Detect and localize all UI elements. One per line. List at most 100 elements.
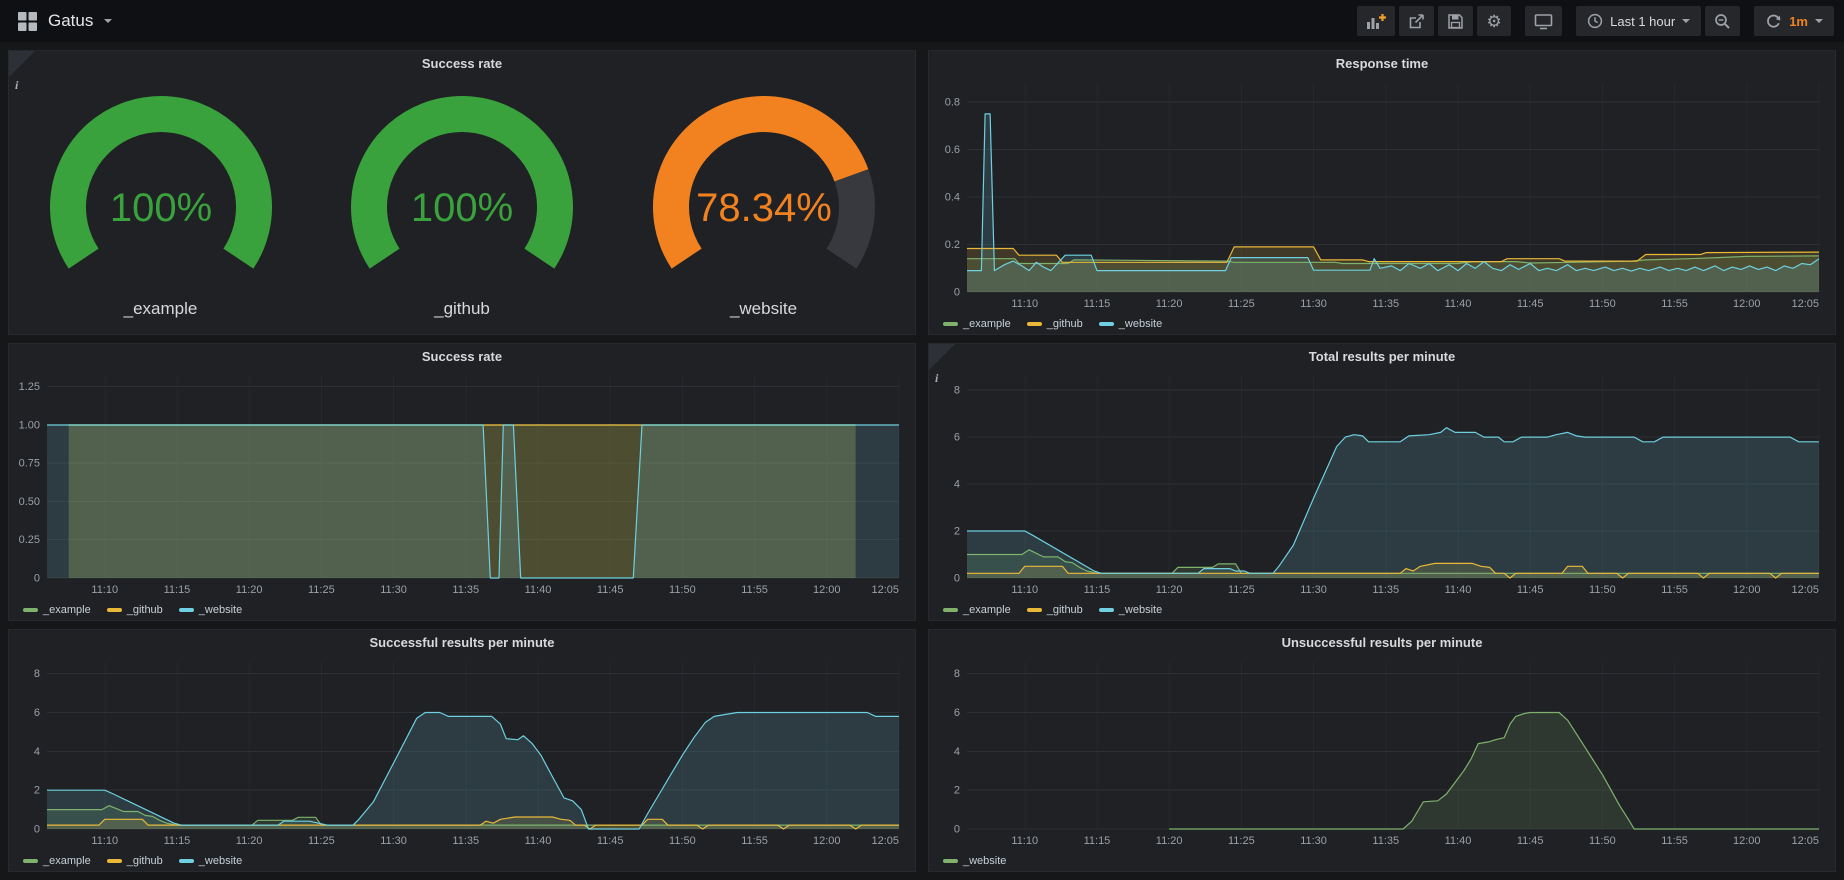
- legend-item[interactable]: _github: [107, 855, 163, 867]
- svg-text:11:45: 11:45: [1517, 298, 1544, 310]
- svg-text:6: 6: [34, 707, 40, 719]
- panel-title[interactable]: Success rate: [9, 51, 915, 75]
- legend-series-swatch: [1027, 322, 1042, 326]
- legend-series-swatch: [943, 859, 958, 863]
- gauge-value: 100%: [411, 186, 513, 230]
- svg-text:6: 6: [954, 707, 960, 719]
- legend-item[interactable]: _github: [1027, 318, 1083, 330]
- svg-text:0.75: 0.75: [19, 458, 40, 470]
- svg-text:11:45: 11:45: [1517, 584, 1544, 596]
- legend-series-label: _github: [127, 855, 163, 867]
- legend-item[interactable]: _website: [179, 604, 242, 616]
- panel-title[interactable]: Unsuccessful results per minute: [929, 630, 1835, 654]
- svg-text:11:35: 11:35: [452, 835, 479, 847]
- legend-series-swatch: [23, 859, 38, 863]
- time-range-picker[interactable]: Last 1 hour: [1576, 6, 1701, 36]
- svg-text:11:10: 11:10: [1011, 298, 1038, 310]
- legend-item[interactable]: _website: [1099, 318, 1162, 330]
- svg-text:0: 0: [954, 824, 960, 836]
- svg-text:11:50: 11:50: [1589, 835, 1616, 847]
- svg-text:8: 8: [954, 668, 960, 680]
- zoom-out-icon: [1714, 13, 1731, 30]
- panel-response-time: Response time 00.20.40.60.811:1011:1511:…: [928, 50, 1836, 335]
- dashboard-picker-caret-icon[interactable]: [104, 19, 112, 23]
- svg-text:11:55: 11:55: [741, 835, 768, 847]
- legend-item[interactable]: _website: [943, 855, 1006, 867]
- legend-series-swatch: [943, 608, 958, 612]
- chart-successful-results[interactable]: 0246811:1011:1511:2011:2511:3011:3511:40…: [9, 654, 915, 851]
- legend-series-swatch: [107, 859, 122, 863]
- gauge-value: 78.34%: [696, 186, 832, 230]
- svg-text:0: 0: [954, 287, 960, 299]
- legend-item[interactable]: _website: [179, 855, 242, 867]
- legend-series-swatch: [1099, 322, 1114, 326]
- svg-text:11:35: 11:35: [1372, 298, 1399, 310]
- legend-series-label: _example: [43, 855, 91, 867]
- chart-total-results[interactable]: 0246811:1011:1511:2011:2511:3011:3511:40…: [929, 368, 1835, 600]
- refresh-picker[interactable]: 1m: [1754, 6, 1834, 36]
- info-icon: i: [935, 371, 938, 386]
- legend-series-label: _github: [1047, 318, 1083, 330]
- gauge-label: _website: [730, 299, 797, 319]
- panel-info-corner[interactable]: i: [9, 51, 35, 77]
- svg-text:11:15: 11:15: [164, 835, 191, 847]
- svg-text:11:45: 11:45: [1517, 835, 1544, 847]
- svg-text:11:15: 11:15: [1084, 835, 1111, 847]
- chart-unsuccessful-results[interactable]: 0246811:1011:1511:2011:2511:3011:3511:40…: [929, 654, 1835, 851]
- panel-info-corner[interactable]: i: [929, 344, 955, 370]
- save-icon: [1447, 13, 1464, 30]
- panel-success-rate-gauges: i Success rate 100% _example 100% _github 78…: [8, 50, 916, 335]
- svg-text:11:30: 11:30: [1300, 584, 1327, 596]
- svg-text:11:40: 11:40: [1445, 835, 1472, 847]
- svg-text:8: 8: [34, 668, 40, 680]
- legend-item[interactable]: _website: [1099, 604, 1162, 616]
- legend-series-swatch: [943, 322, 958, 326]
- panel-title[interactable]: Response time: [929, 51, 1835, 75]
- add-panel-button[interactable]: [1357, 6, 1395, 36]
- svg-text:4: 4: [34, 746, 40, 758]
- svg-text:11:30: 11:30: [380, 835, 407, 847]
- panel-title[interactable]: Successful results per minute: [9, 630, 915, 654]
- navbar: Gatus: [0, 0, 1844, 42]
- svg-text:11:15: 11:15: [1084, 298, 1111, 310]
- panel-title[interactable]: Total results per minute: [929, 344, 1835, 368]
- gauge-label: _github: [434, 299, 490, 319]
- legend-item[interactable]: _example: [23, 604, 91, 616]
- settings-button[interactable]: ⚙: [1477, 6, 1511, 36]
- panel-title[interactable]: Success rate: [9, 344, 915, 368]
- svg-text:11:55: 11:55: [1661, 584, 1688, 596]
- legend-item[interactable]: _example: [943, 604, 1011, 616]
- save-button[interactable]: [1438, 6, 1473, 36]
- gauge-label: _example: [124, 299, 198, 319]
- chart-success-rate[interactable]: 00.250.500.751.001.2511:1011:1511:2011:2…: [9, 368, 915, 600]
- svg-text:11:45: 11:45: [597, 584, 624, 596]
- tv-mode-button[interactable]: [1525, 6, 1562, 36]
- chart-legend: _example _github _website: [9, 600, 915, 620]
- svg-text:0: 0: [34, 573, 40, 585]
- dashboards-grid-icon[interactable]: [18, 12, 37, 31]
- zoom-out-button[interactable]: [1705, 6, 1740, 36]
- svg-text:6: 6: [954, 432, 960, 444]
- svg-text:11:40: 11:40: [1445, 298, 1472, 310]
- chart-legend: _example _github _website: [929, 314, 1835, 334]
- panel-successful-results: Successful results per minute 0246811:10…: [8, 629, 916, 872]
- dashboard-title[interactable]: Gatus: [48, 11, 93, 31]
- gauge-website: 78.34% _website: [614, 87, 914, 319]
- legend-item[interactable]: _example: [23, 855, 91, 867]
- svg-text:0.25: 0.25: [19, 534, 40, 546]
- legend-series-label: _website: [963, 855, 1006, 867]
- svg-text:0.6: 0.6: [945, 144, 960, 156]
- svg-text:4: 4: [954, 479, 960, 491]
- svg-text:0: 0: [954, 573, 960, 585]
- svg-text:11:15: 11:15: [1084, 584, 1111, 596]
- legend-item[interactable]: _github: [1027, 604, 1083, 616]
- share-button[interactable]: [1399, 6, 1434, 36]
- panel-total-results: i Total results per minute 0246811:1011:…: [928, 343, 1836, 621]
- svg-text:11:30: 11:30: [1300, 835, 1327, 847]
- legend-item[interactable]: _github: [107, 604, 163, 616]
- clock-icon: [1587, 13, 1603, 29]
- gauge-value: 100%: [109, 186, 211, 230]
- chart-response-time[interactable]: 00.20.40.60.811:1011:1511:2011:2511:3011…: [929, 75, 1835, 314]
- legend-series-swatch: [23, 608, 38, 612]
- legend-item[interactable]: _example: [943, 318, 1011, 330]
